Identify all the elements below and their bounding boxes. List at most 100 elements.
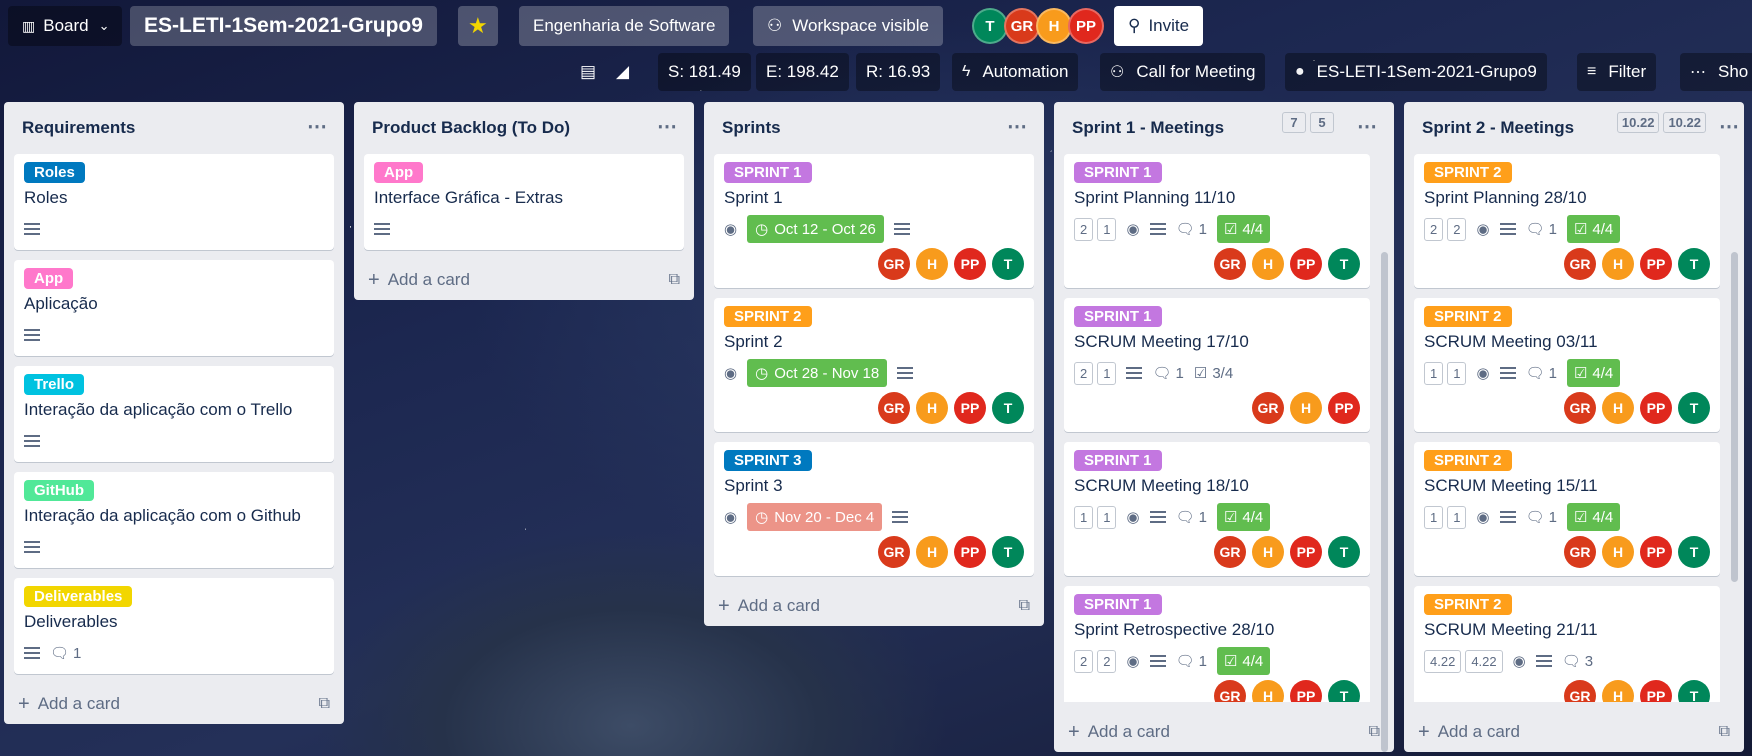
- avatar[interactable]: H: [1252, 536, 1284, 568]
- avatar[interactable]: GR: [1214, 536, 1246, 568]
- star-icon[interactable]: ★: [458, 6, 498, 46]
- add-card-button[interactable]: + Add a card ⧉: [4, 684, 344, 724]
- template-icon[interactable]: ⧉: [669, 271, 680, 289]
- call-meeting-button[interactable]: ⚇ Call for Meeting: [1100, 53, 1266, 91]
- avatar[interactable]: PP: [1640, 248, 1672, 280]
- avatar[interactable]: H: [1290, 392, 1322, 424]
- add-card-button[interactable]: + Add a card ⧉: [1054, 712, 1394, 752]
- template-icon[interactable]: ⧉: [1719, 723, 1730, 741]
- avatar[interactable]: GR: [878, 248, 910, 280]
- card[interactable]: SPRINT 1 SCRUM Meeting 18/10 1 1 ◉ 🗨 1 ☑…: [1064, 442, 1370, 576]
- avatar[interactable]: PP: [954, 536, 986, 568]
- filter-button[interactable]: ≡ Filter: [1577, 53, 1657, 91]
- avatar[interactable]: T: [1678, 680, 1710, 702]
- avatar[interactable]: T: [992, 248, 1024, 280]
- more-icon[interactable]: ⋯: [1719, 114, 1740, 139]
- card[interactable]: SPRINT 3 Sprint 3 ◉ ◷ Nov 20 - Dec 4 GR …: [714, 442, 1034, 576]
- template-icon[interactable]: ⧉: [1019, 597, 1030, 615]
- card[interactable]: Roles Roles: [14, 154, 334, 250]
- avatar[interactable]: GR: [1004, 8, 1040, 44]
- card[interactable]: App Aplicação: [14, 260, 334, 356]
- avatar[interactable]: PP: [954, 248, 986, 280]
- card[interactable]: SPRINT 1 Sprint 1 ◉ ◷ Oct 12 - Oct 26 GR…: [714, 154, 1034, 288]
- list-title[interactable]: Product Backlog (To Do): [372, 118, 570, 138]
- avatar[interactable]: H: [916, 536, 948, 568]
- avatar[interactable]: GR: [1564, 536, 1596, 568]
- avatar[interactable]: PP: [1640, 680, 1672, 702]
- card[interactable]: SPRINT 2 Sprint Planning 28/10 2 2 ◉ 🗨 1…: [1414, 154, 1720, 288]
- card[interactable]: SPRINT 2 SCRUM Meeting 15/11 1 1 ◉ 🗨 1 ☑…: [1414, 442, 1720, 576]
- card[interactable]: SPRINT 2 SCRUM Meeting 03/11 1 1 ◉ 🗨 1 ☑…: [1414, 298, 1720, 432]
- avatar[interactable]: GR: [1214, 248, 1246, 280]
- avatar[interactable]: PP: [1640, 392, 1672, 424]
- scrollbar[interactable]: [1381, 252, 1388, 752]
- board-title[interactable]: ES-LETI-1Sem-2021-Grupo9: [130, 6, 437, 46]
- board-view-switcher[interactable]: ▥ Board ⌄: [8, 6, 122, 46]
- visibility-button[interactable]: ⚇ Workspace visible: [753, 6, 943, 46]
- avatar[interactable]: PP: [1290, 680, 1322, 702]
- avatar[interactable]: GR: [1564, 392, 1596, 424]
- avatar[interactable]: PP: [1068, 8, 1104, 44]
- avatar[interactable]: GR: [1252, 392, 1284, 424]
- list-icon[interactable]: ▤: [576, 53, 600, 91]
- avatar[interactable]: H: [1602, 392, 1634, 424]
- avatar[interactable]: H: [1252, 680, 1284, 702]
- avatar[interactable]: T: [972, 8, 1008, 44]
- avatar[interactable]: H: [1252, 248, 1284, 280]
- avatar[interactable]: H: [1602, 680, 1634, 702]
- avatar[interactable]: T: [992, 392, 1024, 424]
- card[interactable]: GitHub Interação da aplicação com o Gith…: [14, 472, 334, 568]
- card[interactable]: SPRINT 1 Sprint Planning 11/10 2 1 ◉ 🗨 1…: [1064, 154, 1370, 288]
- automation-button[interactable]: ϟ Automation: [952, 53, 1079, 91]
- avatar[interactable]: H: [1036, 8, 1072, 44]
- chart-icon[interactable]: ◢: [612, 53, 633, 91]
- due-date-badge[interactable]: ◷ Oct 12 - Oct 26: [747, 215, 884, 243]
- add-card-button[interactable]: + Add a card ⧉: [1404, 712, 1744, 752]
- add-card-button[interactable]: + Add a card ⧉: [704, 586, 1044, 626]
- avatar[interactable]: PP: [1290, 536, 1322, 568]
- invite-button[interactable]: ⚲ Invite: [1114, 6, 1204, 46]
- due-date-badge[interactable]: ◷ Oct 28 - Nov 18: [747, 359, 888, 387]
- more-icon[interactable]: ⋯: [657, 114, 678, 139]
- avatar[interactable]: GR: [1564, 248, 1596, 280]
- workspace-button[interactable]: Engenharia de Software: [519, 6, 730, 46]
- avatar[interactable]: GR: [1214, 680, 1246, 702]
- avatar[interactable]: GR: [878, 392, 910, 424]
- more-icon[interactable]: ⋯: [1007, 114, 1028, 139]
- template-icon[interactable]: ⧉: [319, 695, 330, 713]
- scrollbar[interactable]: [1731, 252, 1738, 582]
- card[interactable]: SPRINT 2 SCRUM Meeting 21/11 4.22 4.22 ◉…: [1414, 586, 1720, 702]
- avatar[interactable]: PP: [1290, 248, 1322, 280]
- avatar[interactable]: PP: [1328, 392, 1360, 424]
- avatar[interactable]: PP: [1640, 536, 1672, 568]
- due-date-badge[interactable]: ◷ Nov 20 - Dec 4: [747, 503, 883, 531]
- avatar[interactable]: PP: [954, 392, 986, 424]
- list-title[interactable]: Sprint 2 - Meetings: [1422, 118, 1574, 138]
- add-card-button[interactable]: + Add a card ⧉: [354, 260, 694, 300]
- list-title[interactable]: Sprint 1 - Meetings: [1072, 118, 1224, 138]
- avatar[interactable]: H: [916, 248, 948, 280]
- card[interactable]: App Interface Gráfica - Extras: [364, 154, 684, 250]
- avatar[interactable]: H: [916, 392, 948, 424]
- list-title[interactable]: Sprints: [722, 118, 781, 138]
- avatar[interactable]: T: [1678, 392, 1710, 424]
- template-icon[interactable]: ⧉: [1369, 723, 1380, 741]
- avatar[interactable]: T: [1678, 248, 1710, 280]
- more-icon[interactable]: ⋯: [307, 114, 328, 139]
- github-button[interactable]: ● ES-LETI-1Sem-2021-Grupo9: [1285, 53, 1547, 91]
- avatar[interactable]: T: [992, 536, 1024, 568]
- avatar[interactable]: T: [1328, 248, 1360, 280]
- list-title[interactable]: Requirements: [22, 118, 135, 138]
- avatar[interactable]: T: [1328, 680, 1360, 702]
- avatar[interactable]: GR: [1564, 680, 1596, 702]
- card[interactable]: SPRINT 1 SCRUM Meeting 17/10 2 1 🗨 1 ☑ 3/…: [1064, 298, 1370, 432]
- avatar[interactable]: T: [1328, 536, 1360, 568]
- avatar[interactable]: H: [1602, 248, 1634, 280]
- card[interactable]: SPRINT 1 Sprint Retrospective 28/10 2 2 …: [1064, 586, 1370, 702]
- avatar[interactable]: T: [1678, 536, 1710, 568]
- more-icon[interactable]: ⋯: [1357, 114, 1378, 139]
- card[interactable]: SPRINT 2 Sprint 2 ◉ ◷ Oct 28 - Nov 18 GR…: [714, 298, 1034, 432]
- card[interactable]: Deliverables Deliverables 🗨 1: [14, 578, 334, 674]
- show-menu-button[interactable]: ⋯ Sho: [1680, 53, 1752, 91]
- avatar[interactable]: GR: [878, 536, 910, 568]
